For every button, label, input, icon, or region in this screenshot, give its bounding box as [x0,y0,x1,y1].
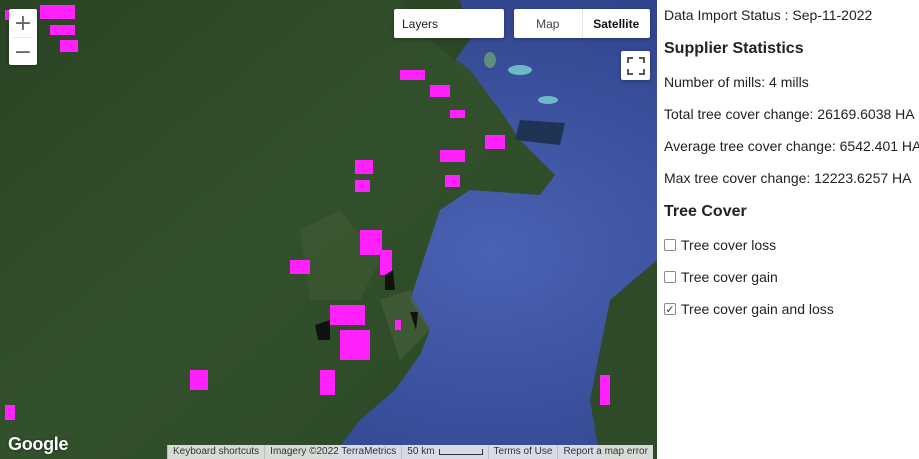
import-status: Data Import Status : Sep-11-2022 [664,7,873,23]
stats-panel: Data Import Status : Sep-11-2022 Supplie… [664,0,919,459]
tree-cover-heading: Tree Cover [664,203,747,220]
keyboard-shortcuts-link[interactable]: Keyboard shortcuts [167,445,264,459]
checkbox-tree-cover-loss[interactable] [664,239,676,251]
zoom-in-button[interactable]: + [9,9,37,37]
option-label: Tree cover gain and loss [681,301,834,317]
terms-link[interactable]: Terms of Use [487,445,558,459]
stat-max-tree-cover-change: Max tree cover change: 12223.6257 HA [664,170,912,186]
checkmark-icon: ✓ [665,302,675,316]
map-type-satellite-button[interactable]: Satellite [581,9,651,38]
fullscreen-icon [626,56,645,75]
map-type-control: Map Satellite [514,9,650,38]
stat-average-tree-cover-change: Average tree cover change: 6542.401 HA [664,138,919,154]
option-label: Tree cover gain [681,269,778,285]
stat-number-of-mills: Number of mills: 4 mills [664,74,809,90]
checkbox-tree-cover-gain[interactable] [664,271,676,283]
layers-label: Layers [402,16,439,31]
scale-indicator[interactable]: 50 km [401,445,487,459]
map-imagery [0,0,657,459]
layers-dropdown[interactable]: Layers [394,9,504,38]
supplier-statistics-heading: Supplier Statistics [664,40,804,57]
option-tree-cover-gain-and-loss[interactable]: ✓ Tree cover gain and loss [664,301,834,317]
zoom-out-button[interactable]: − [9,38,37,66]
scale-label: 50 km [407,446,435,457]
checkbox-tree-cover-gain-and-loss[interactable]: ✓ [664,303,676,315]
option-label: Tree cover loss [681,237,777,253]
option-tree-cover-loss[interactable]: Tree cover loss [664,237,776,253]
zoom-controls: + − [9,9,37,65]
option-tree-cover-gain[interactable]: Tree cover gain [664,269,778,285]
scale-bar [438,449,483,455]
stat-total-tree-cover-change: Total tree cover change: 26169.6038 HA [664,106,915,122]
report-error-link[interactable]: Report a map error [557,445,652,459]
imagery-attribution: Imagery ©2022 TerraMetrics [264,445,401,459]
google-logo: Google [8,434,69,454]
map-footer: Keyboard shortcuts Imagery ©2022 TerraMe… [167,445,653,459]
satellite-map[interactable]: + − Layers Map Satellite Google Keyboard… [0,0,657,459]
fullscreen-button[interactable] [621,51,650,80]
map-type-map-button[interactable]: Map [514,9,582,38]
